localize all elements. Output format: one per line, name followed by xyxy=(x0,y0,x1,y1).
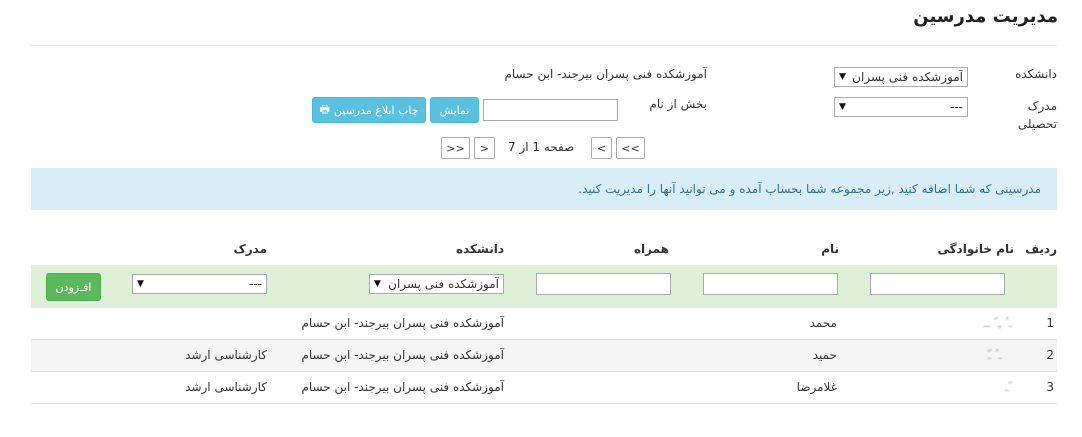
show-button[interactable]: نمایش xyxy=(430,97,479,123)
header-faculty: دانشکده xyxy=(456,242,504,256)
filter-faculty-select[interactable]: آموزشکده فنی پسران بـ ▼ xyxy=(369,274,504,294)
filter-degree-value: --- xyxy=(249,277,262,291)
row-faculty: آموزشکده فنی پسران بیرجند- ابن حسام xyxy=(301,316,504,330)
info-alert: مدرسینی که شما اضافه کنید ,زیر مجموعه شم… xyxy=(31,168,1057,210)
pagination-last[interactable]: >> xyxy=(441,137,470,159)
faculty-label: دانشکده xyxy=(1015,67,1057,81)
filter-degree-select[interactable]: --- ▼ xyxy=(132,274,267,294)
chevron-down-icon: ▼ xyxy=(839,102,846,112)
row-faculty: آموزشکده فنی پسران بیرجند- ابن حسام xyxy=(301,380,504,394)
pagination-first[interactable]: << xyxy=(616,137,645,159)
add-button[interactable]: افـزودن xyxy=(46,273,101,301)
pagination-text: صفحه 1 از 7 xyxy=(508,140,575,154)
row-degree: کارشناسی ارشد xyxy=(185,348,267,362)
row-family: ـ ُ ـّ xyxy=(987,348,1002,362)
row-name: محمد xyxy=(809,316,837,330)
name-part-label: بخش از نام xyxy=(649,97,707,111)
page-title: مدیریت مدرسین xyxy=(913,6,1058,27)
chevron-down-icon: ▼ xyxy=(374,279,381,289)
faculty-select[interactable]: آموزشکده فنی پسران بـ ▼ xyxy=(834,67,968,87)
title-divider xyxy=(30,45,1057,46)
print-button[interactable]: 🖶 چاپ ابلاغ مدرسین xyxy=(312,97,426,123)
row-index: 3 xyxy=(1046,380,1054,394)
row-degree: کارشناسی ارشد xyxy=(185,380,267,394)
row-index: 1 xyxy=(1046,316,1054,330)
pagination-prev[interactable]: < xyxy=(591,137,612,159)
header-companion: همراه xyxy=(633,242,669,256)
row-faculty: آموزشکده فنی پسران بیرجند- ابن حسام xyxy=(301,348,504,362)
print-icon: 🖶 xyxy=(319,102,330,116)
filter-faculty-value: آموزشکده فنی پسران بـ xyxy=(384,277,499,291)
degree-label: مدرک تحصیلی xyxy=(1017,99,1057,131)
name-part-input[interactable] xyxy=(483,99,618,121)
filter-family-input[interactable] xyxy=(870,273,1005,295)
row-family: ـ ّ xyxy=(1004,380,1012,394)
pagination-next[interactable]: > xyxy=(474,137,495,159)
header-degree: مدرک xyxy=(233,242,267,256)
print-button-label: چاپ ابلاغ مدرسین xyxy=(333,103,419,117)
row-name: حمید xyxy=(812,348,837,362)
degree-select[interactable]: --- ▼ xyxy=(834,97,968,117)
faculty-name-text: آموزشکده فنی پسران بیرجند- ابن حسام xyxy=(504,67,707,81)
row-family: ـ ُ ـِ ّ ــ xyxy=(983,316,1012,330)
header-row-index: ردیف xyxy=(1025,242,1057,256)
row-name: غلامرضا xyxy=(796,380,837,394)
filter-companion-input[interactable] xyxy=(536,273,671,295)
table-row xyxy=(31,308,1057,340)
row-index: 2 xyxy=(1046,348,1054,362)
degree-select-value: --- xyxy=(950,100,963,114)
header-name: نام xyxy=(821,242,839,256)
info-alert-text: مدرسینی که شما اضافه کنید ,زیر مجموعه شم… xyxy=(578,182,1041,196)
header-family: نام خانوادگی xyxy=(937,242,1014,256)
chevron-down-icon: ▼ xyxy=(839,72,846,82)
chevron-down-icon: ▼ xyxy=(137,279,144,289)
row-divider xyxy=(31,403,1057,404)
filter-name-input[interactable] xyxy=(703,273,838,295)
faculty-select-value: آموزشکده فنی پسران بـ xyxy=(849,70,963,84)
